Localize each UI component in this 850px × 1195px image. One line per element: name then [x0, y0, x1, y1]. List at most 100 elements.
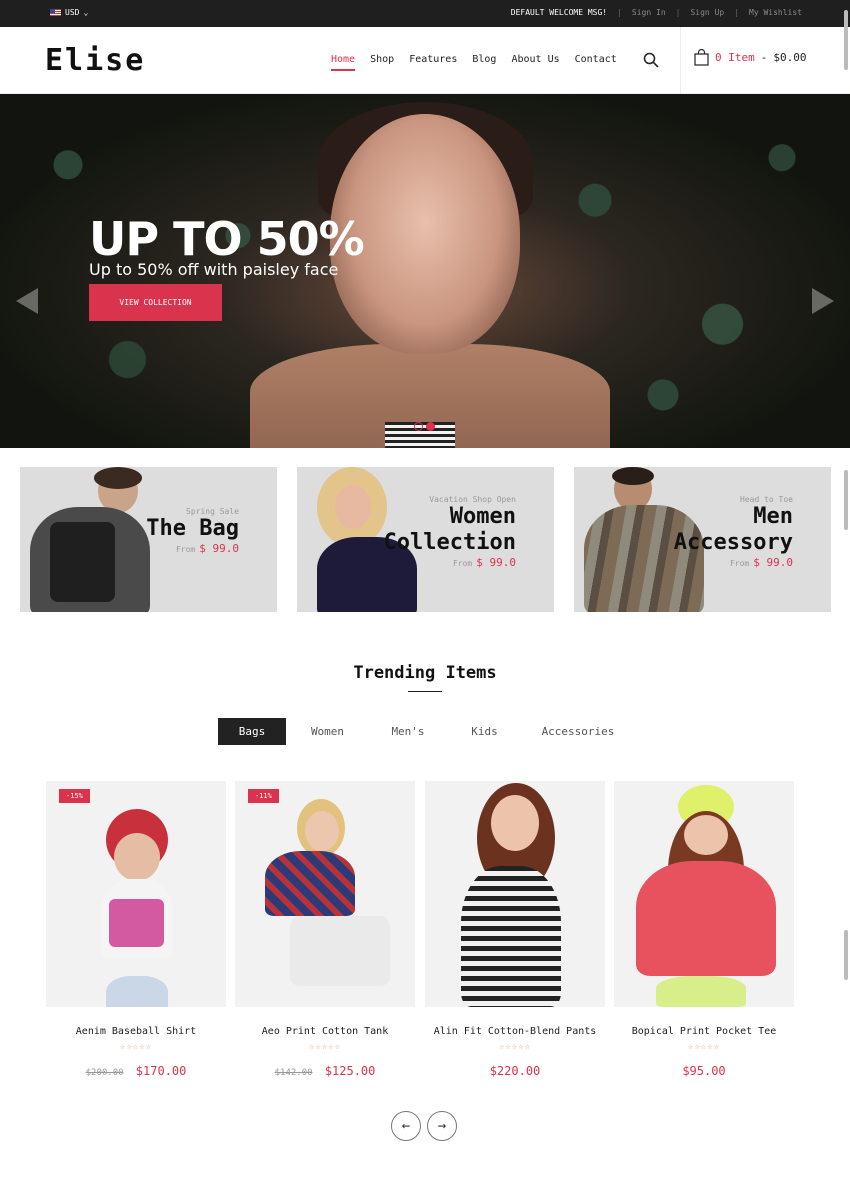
banner-price-value: $ 99.0	[476, 556, 516, 569]
banner-title-line2: Collection	[383, 530, 516, 555]
banner-from: From	[175, 545, 196, 554]
tab-bags[interactable]: Bags	[218, 718, 286, 745]
old-price: $142.00	[274, 1068, 313, 1078]
product-name[interactable]: Bopical Print Pocket Tee	[614, 1026, 794, 1037]
nav-shop[interactable]: Shop	[370, 54, 394, 71]
slider-dot[interactable]	[414, 422, 423, 431]
shopping-bag-icon	[694, 49, 709, 66]
product-name[interactable]: Aenim Baseball Shirt	[46, 1026, 226, 1037]
tab-women[interactable]: Women	[286, 718, 369, 745]
divider: |	[675, 8, 681, 17]
banner-from: From	[729, 559, 750, 568]
cart-total: $0.00	[773, 51, 807, 64]
slider-dots	[414, 422, 435, 431]
banner-model-image	[20, 467, 150, 612]
current-price: $170.00	[135, 1064, 187, 1078]
carousel-pager: ← →	[391, 1111, 457, 1141]
chevron-down-icon: ⌄	[83, 8, 89, 17]
slider-prev-icon[interactable]	[16, 288, 38, 314]
cart-button[interactable]: 0 Item - $0.00	[694, 49, 807, 66]
product-rating: ☆☆☆☆☆	[119, 1042, 153, 1052]
product-prices: $200.00 $170.00	[46, 1064, 226, 1078]
welcome-message: DEFAULT WELCOME MSG!	[510, 8, 608, 17]
hero-slider: UP TO 50% Up to 50% off with paisley fac…	[0, 94, 850, 448]
currency-label: USD	[65, 8, 80, 17]
section-title-underline	[408, 691, 442, 692]
cart-count: 0 Item	[715, 51, 755, 64]
divider: |	[617, 8, 622, 17]
nav-blog[interactable]: Blog	[472, 54, 496, 71]
product-image[interactable]	[425, 781, 605, 1007]
product-image[interactable]	[614, 781, 794, 1007]
discount-badge: -11%	[248, 789, 279, 803]
tab-kids[interactable]: Kids	[447, 718, 522, 745]
current-price: $125.00	[324, 1064, 376, 1078]
banner-men-accessory[interactable]: Head to Toe Men Accessory From $ 99.0	[574, 467, 831, 612]
section-title: Trending Items	[353, 663, 497, 683]
nav-home[interactable]: Home	[331, 54, 356, 71]
product-card[interactable]: Alin Fit Cotton-Blend Pants ☆☆☆☆☆ $220.0…	[425, 781, 605, 1078]
search-icon[interactable]	[643, 52, 659, 68]
banner-tagline: Head to Toe	[740, 495, 793, 504]
product-prices: $95.00	[614, 1064, 794, 1078]
product-name[interactable]: Alin Fit Cotton-Blend Pants	[425, 1026, 605, 1037]
scrollbar[interactable]	[844, 930, 848, 980]
view-collection-button[interactable]: VIEW COLLECTION	[89, 284, 222, 321]
banner-women-collection[interactable]: Vacation Shop Open Women Collection From…	[297, 467, 554, 612]
banner-title-line1: Men	[753, 504, 793, 529]
slider-next-icon[interactable]	[812, 288, 834, 314]
product-image[interactable]: -11%	[235, 781, 415, 1007]
product-card[interactable]: -11% Aeo Print Cotton Tank ☆☆☆☆☆ $142.00…	[235, 781, 415, 1078]
site-logo[interactable]: Elise	[45, 43, 145, 78]
nav-contact[interactable]: Contact	[575, 54, 617, 71]
product-rating: ☆☆☆☆☆	[498, 1042, 532, 1052]
product-rating: ☆☆☆☆☆	[687, 1042, 721, 1052]
product-rating: ☆☆☆☆☆	[308, 1042, 342, 1052]
arrow-left-icon[interactable]: ←	[391, 1111, 421, 1141]
banner-title: The Bag	[146, 516, 239, 541]
banner-price: From $ 99.0	[146, 542, 239, 555]
hero-subtitle: Up to 50% off with paisley face	[89, 260, 339, 279]
slider-dot-active[interactable]	[426, 422, 435, 431]
product-card[interactable]: Bopical Print Pocket Tee ☆☆☆☆☆ $95.00	[614, 781, 794, 1078]
nav-features[interactable]: Features	[409, 54, 457, 71]
hero-title: UP TO 50%	[89, 212, 365, 266]
banner-title-line1: Women	[449, 504, 516, 529]
product-name[interactable]: Aeo Print Cotton Tank	[235, 1026, 415, 1037]
scrollbar[interactable]	[844, 470, 848, 530]
scrollbar[interactable]	[844, 10, 848, 70]
main-nav: Home Shop Features Blog About Us Contact	[331, 54, 617, 71]
product-prices: $220.00	[425, 1064, 605, 1078]
arrow-right-icon[interactable]: →	[427, 1111, 457, 1141]
top-bar: USD ⌄ DEFAULT WELCOME MSG! | Sign In | S…	[0, 0, 850, 27]
category-tabs: Bags Women Men's Kids Accessories	[218, 718, 634, 745]
divider: |	[734, 8, 740, 17]
banner-price: From $ 99.0	[384, 556, 516, 569]
banner-tagline: Spring Sale	[186, 507, 239, 516]
banner-tagline: Vacation Shop Open	[429, 495, 516, 504]
currency-selector[interactable]: USD ⌄	[50, 8, 88, 17]
banner-from: From	[452, 559, 473, 568]
banner-price-value: $ 99.0	[753, 556, 793, 569]
current-price: $220.00	[489, 1064, 541, 1078]
banner-price: From $ 99.0	[674, 556, 793, 569]
cart-separator: -	[760, 51, 768, 64]
tab-accessories[interactable]: Accessories	[522, 718, 634, 745]
nav-about-us[interactable]: About Us	[511, 54, 559, 71]
current-price: $95.00	[682, 1064, 726, 1078]
header-divider	[680, 27, 681, 94]
sign-in-link[interactable]: Sign In	[632, 8, 666, 17]
tab-mens[interactable]: Men's	[369, 718, 447, 745]
banner-price-value: $ 99.0	[199, 542, 239, 555]
wishlist-link[interactable]: My Wishlist	[749, 8, 802, 17]
us-flag-icon	[50, 9, 61, 16]
product-image[interactable]: -15%	[46, 781, 226, 1007]
product-card[interactable]: -15% Aenim Baseball Shirt ☆☆☆☆☆ $200.00 …	[46, 781, 226, 1078]
discount-badge: -15%	[59, 789, 90, 803]
product-prices: $142.00 $125.00	[235, 1064, 415, 1078]
sign-up-link[interactable]: Sign Up	[690, 8, 724, 17]
banner-title-line2: Accessory	[673, 530, 793, 555]
old-price: $200.00	[85, 1068, 124, 1078]
banner-the-bag[interactable]: Spring Sale The Bag From $ 99.0	[20, 467, 277, 612]
site-header: Elise Home Shop Features Blog About Us C…	[0, 27, 850, 94]
